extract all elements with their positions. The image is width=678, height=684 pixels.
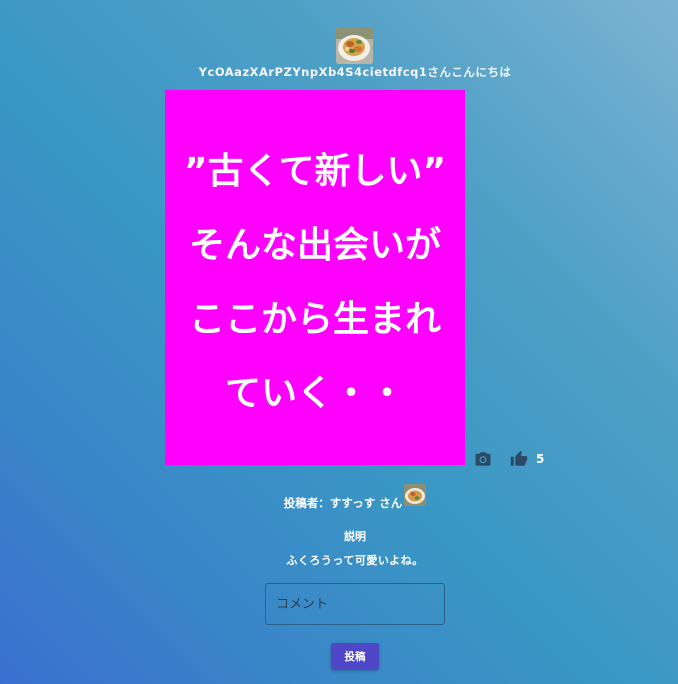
post-image[interactable]: ”古くて新しい” そんな出会いが ここから生まれ ていく・・	[165, 90, 465, 465]
comment-input[interactable]	[265, 583, 445, 625]
thumb-up-icon[interactable]	[510, 450, 528, 468]
post-image-line-1: ”古くて新しい”	[183, 151, 447, 192]
poster-info: 投稿者：すすっす さん	[0, 484, 678, 514]
camera-icon[interactable]	[474, 450, 492, 468]
post-image-line-2: そんな出会いが	[188, 225, 441, 266]
greeting-text: YcOAazXArPZYnpXb4S4cietdfcq1さんこんにちは	[198, 65, 512, 79]
like-count: 5	[536, 452, 545, 466]
submit-comment-button[interactable]: 投稿	[331, 643, 379, 670]
poster-avatar[interactable]	[404, 484, 427, 506]
poster-label: 投稿者：すすっす さん	[283, 496, 403, 510]
post-image-line-4: ていく・・	[224, 373, 405, 414]
user-avatar[interactable]	[336, 27, 373, 64]
food-photo-poster-image	[404, 484, 427, 506]
post-image-line-3: ここから生まれ	[188, 299, 441, 340]
description-heading: 説明	[344, 530, 366, 543]
food-photo-avatar-image	[336, 27, 373, 64]
description-text: ふくろうって可愛いよね。	[286, 554, 424, 567]
